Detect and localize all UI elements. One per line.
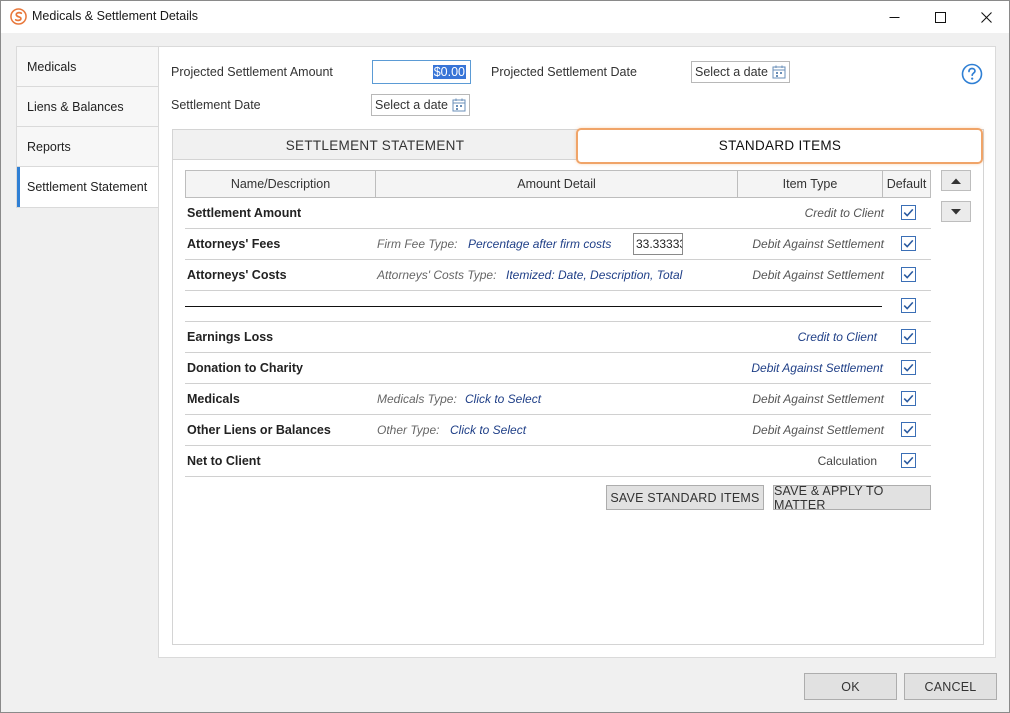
cancel-button[interactable]: CANCEL bbox=[904, 673, 997, 700]
fee-percentage-input[interactable]: 33.33333 bbox=[633, 233, 683, 255]
tab-settlement-statement[interactable]: SETTLEMENT STATEMENT bbox=[173, 130, 577, 160]
item-name: Earnings Loss bbox=[187, 330, 274, 344]
window-title: Medicals & Settlement Details bbox=[32, 9, 199, 23]
item-name: Attorneys' Costs bbox=[187, 268, 287, 282]
settlement-date-label: Settlement Date bbox=[171, 98, 261, 112]
maximize-icon bbox=[934, 11, 946, 23]
sidebar-item-label: Settlement Statement bbox=[27, 180, 148, 194]
costs-type-select[interactable]: Itemized: Date, Description, Total bbox=[506, 268, 682, 282]
projected-amount-label: Projected Settlement Amount bbox=[171, 65, 333, 79]
item-name: Medicals bbox=[187, 392, 240, 406]
save-standard-items-button[interactable]: SAVE STANDARD ITEMS bbox=[606, 485, 764, 510]
item-type: Credit to Client bbox=[804, 206, 884, 220]
close-button[interactable] bbox=[963, 1, 1009, 33]
amount-detail-label: Other Type: bbox=[377, 423, 440, 437]
settlement-date-picker[interactable]: Select a date bbox=[371, 94, 470, 116]
help-icon[interactable] bbox=[961, 63, 983, 85]
column-header-item-type[interactable]: Item Type bbox=[738, 171, 883, 197]
projected-date-placeholder: Select a date bbox=[695, 65, 768, 79]
settlement-date-placeholder: Select a date bbox=[375, 98, 448, 112]
table-row[interactable]: Attorneys' Fees Firm Fee Type: Percentag… bbox=[185, 229, 931, 260]
minimize-button[interactable] bbox=[871, 1, 917, 33]
table-row-separator[interactable] bbox=[185, 291, 931, 322]
table-row[interactable]: Medicals Medicals Type: Click to Select … bbox=[185, 384, 931, 415]
table-row[interactable]: Attorneys' Costs Attorneys' Costs Type: … bbox=[185, 260, 931, 291]
projected-amount-input[interactable]: $0.00 bbox=[372, 60, 471, 84]
dialog-window: Medicals & Settlement Details Medicals L… bbox=[0, 0, 1010, 713]
medicals-type-select[interactable]: Click to Select bbox=[465, 392, 541, 406]
arrow-up-icon bbox=[951, 178, 961, 184]
fee-percentage-value: 33.33333 bbox=[636, 237, 683, 251]
calendar-icon[interactable] bbox=[452, 98, 466, 112]
table-row[interactable]: Donation to Charity Debit Against Settle… bbox=[185, 353, 931, 384]
default-checkbox[interactable] bbox=[901, 422, 916, 437]
move-up-button[interactable] bbox=[941, 170, 971, 191]
default-checkbox[interactable] bbox=[901, 236, 916, 251]
title-bar: Medicals & Settlement Details bbox=[1, 1, 1009, 33]
save-apply-to-matter-button[interactable]: SAVE & APPLY TO MATTER bbox=[773, 484, 931, 512]
item-name: Donation to Charity bbox=[187, 361, 303, 375]
move-down-button[interactable] bbox=[941, 201, 971, 222]
item-name: Attorneys' Fees bbox=[187, 237, 281, 251]
sidebar-item-label: Liens & Balances bbox=[27, 99, 124, 114]
close-icon bbox=[980, 11, 992, 23]
maximize-button[interactable] bbox=[917, 1, 963, 33]
sidebar-item-liens-balances[interactable]: Liens & Balances bbox=[17, 87, 158, 127]
default-checkbox[interactable] bbox=[901, 298, 916, 313]
projected-amount-value: $0.00 bbox=[432, 65, 466, 79]
item-name: Net to Client bbox=[187, 454, 261, 468]
item-type-select[interactable]: Debit Against Settlement bbox=[751, 361, 883, 375]
default-checkbox[interactable] bbox=[901, 360, 916, 375]
tab-container: SETTLEMENT STATEMENT STANDARD ITEMS Name… bbox=[172, 128, 984, 645]
default-checkbox[interactable] bbox=[901, 453, 916, 468]
sidebar-item-medicals[interactable]: Medicals bbox=[17, 47, 158, 87]
default-checkbox[interactable] bbox=[901, 329, 916, 344]
projected-date-label: Projected Settlement Date bbox=[491, 65, 637, 79]
default-checkbox[interactable] bbox=[901, 391, 916, 406]
sidebar-item-reports[interactable]: Reports bbox=[17, 127, 158, 167]
separator-line bbox=[185, 306, 882, 307]
table-row[interactable]: Earnings Loss Credit to Client bbox=[185, 322, 931, 353]
table-row[interactable]: Other Liens or Balances Other Type: Clic… bbox=[185, 415, 931, 446]
tab-standard-items[interactable]: STANDARD ITEMS bbox=[577, 130, 983, 160]
ok-button[interactable]: OK bbox=[804, 673, 897, 700]
table-row[interactable]: Settlement Amount Credit to Client bbox=[185, 198, 931, 229]
column-header-name[interactable]: Name/Description bbox=[186, 171, 376, 197]
item-type: Debit Against Settlement bbox=[752, 392, 884, 406]
item-type: Debit Against Settlement bbox=[752, 237, 884, 251]
arrow-down-icon bbox=[951, 208, 961, 214]
item-type-select[interactable]: Credit to Client bbox=[798, 330, 877, 344]
item-type: Debit Against Settlement bbox=[752, 268, 884, 282]
item-type: Debit Against Settlement bbox=[752, 423, 884, 437]
amount-detail-label: Attorneys' Costs Type: bbox=[377, 268, 497, 282]
item-type: Calculation bbox=[817, 454, 877, 468]
amount-detail-label: Medicals Type: bbox=[377, 392, 457, 406]
minimize-icon bbox=[889, 16, 899, 18]
sidebar-item-settlement-statement[interactable]: Settlement Statement bbox=[17, 167, 158, 207]
column-header-amount-detail[interactable]: Amount Detail bbox=[376, 171, 738, 197]
amount-detail-label: Firm Fee Type: bbox=[377, 237, 458, 251]
tab-strip: SETTLEMENT STATEMENT STANDARD ITEMS bbox=[173, 130, 983, 160]
default-checkbox[interactable] bbox=[901, 267, 916, 282]
main-panel: Projected Settlement Amount $0.00 Projec… bbox=[158, 46, 996, 658]
sidebar-nav: Medicals Liens & Balances Reports Settle… bbox=[16, 46, 159, 208]
other-type-select[interactable]: Click to Select bbox=[450, 423, 526, 437]
sidebar-item-label: Reports bbox=[27, 139, 71, 154]
calendar-icon[interactable] bbox=[772, 65, 786, 79]
projected-date-picker[interactable]: Select a date bbox=[691, 61, 790, 83]
sidebar-item-label: Medicals bbox=[27, 59, 77, 74]
item-name: Settlement Amount bbox=[187, 206, 302, 220]
table-header: Name/Description Amount Detail Item Type… bbox=[185, 170, 931, 198]
item-name: Other Liens or Balances bbox=[187, 423, 331, 437]
table-row[interactable]: Net to Client Calculation bbox=[185, 446, 931, 477]
app-logo-icon bbox=[10, 8, 27, 25]
column-header-default[interactable]: Default bbox=[883, 171, 930, 197]
fee-type-select[interactable]: Percentage after firm costs bbox=[468, 237, 611, 251]
default-checkbox[interactable] bbox=[901, 205, 916, 220]
